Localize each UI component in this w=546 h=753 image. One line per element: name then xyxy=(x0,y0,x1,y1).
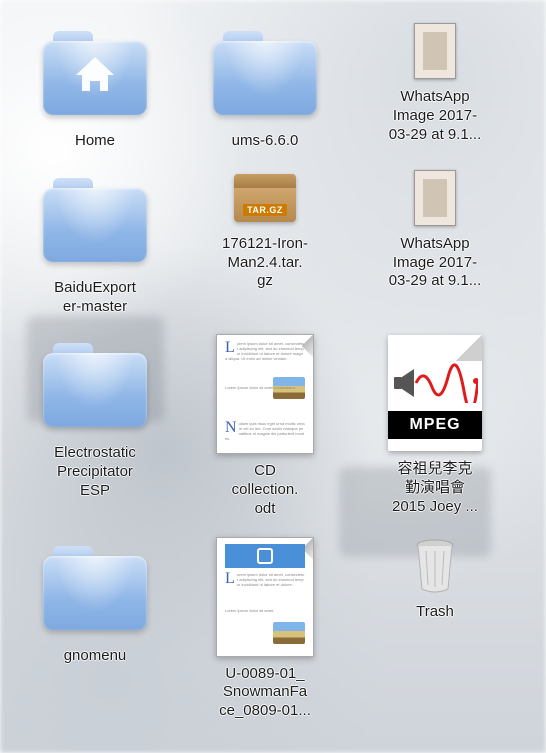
folder-baidu-exporter[interactable]: BaiduExport er-master xyxy=(10,165,180,317)
folder-icon xyxy=(35,18,155,128)
folder-electrostatic-precipitator[interactable]: Electrostatic Precipitator ESP xyxy=(10,330,180,518)
doc-header-icon xyxy=(225,544,305,568)
folder-home[interactable]: Home xyxy=(10,18,180,151)
image-whatsapp-2[interactable]: WhatsApp Image 2017- 03-29 at 9.1... xyxy=(350,165,520,317)
icon-label: Trash xyxy=(416,603,454,622)
icon-label: Home xyxy=(75,132,115,151)
icon-label: Electrostatic Precipitator ESP xyxy=(54,444,136,500)
icon-label: gnomenu xyxy=(64,647,127,666)
folder-icon xyxy=(35,165,155,275)
icon-label: BaiduExport er-master xyxy=(54,279,136,317)
folder-icon xyxy=(35,533,155,643)
folder-gnomenu[interactable]: gnomenu xyxy=(10,533,180,721)
archive-icon: TAR.GZ xyxy=(205,165,325,231)
icon-label: CD collection. odt xyxy=(232,462,299,518)
icon-label: 容祖兒李克 勤演唱會 2015 Joey ... xyxy=(392,460,478,516)
document-icon: Lorem ipsum dolor sit amet, consectetur … xyxy=(205,330,325,458)
image-whatsapp-1[interactable]: WhatsApp Image 2017- 03-29 at 9.1... xyxy=(350,18,520,151)
trash[interactable]: Trash xyxy=(350,533,520,721)
trash-icon xyxy=(375,533,495,599)
folder-icon xyxy=(35,330,155,440)
image-thumbnail-icon xyxy=(375,165,495,231)
icon-label: 176121-Iron- Man2.4.tar. gz xyxy=(222,235,308,291)
image-thumbnail-icon xyxy=(375,18,495,84)
document-cd-collection[interactable]: Lorem ipsum dolor sit amet, consectetur … xyxy=(180,330,350,518)
mpeg-band: MPEG xyxy=(388,411,482,439)
archive-ironman[interactable]: TAR.GZ 176121-Iron- Man2.4.tar. gz xyxy=(180,165,350,317)
home-icon xyxy=(43,55,147,95)
archive-badge: TAR.GZ xyxy=(243,204,287,216)
icon-label: WhatsApp Image 2017- 03-29 at 9.1... xyxy=(389,88,482,144)
icon-label: U-0089-01_ SnowmanFa ce_0809-01... xyxy=(219,665,311,721)
folder-icon xyxy=(205,18,325,128)
mpeg-icon: MPEG xyxy=(375,330,495,456)
document-snowman-face[interactable]: Lorem ipsum dolor sit amet, consectetur … xyxy=(180,533,350,721)
icon-label: ums-6.6.0 xyxy=(232,132,299,151)
folder-ums[interactable]: ums-6.6.0 xyxy=(180,18,350,151)
document-icon: Lorem ipsum dolor sit amet, consectetur … xyxy=(205,533,325,661)
desktop[interactable]: Home ums-6.6.0 WhatsApp Image 2017- 03-2… xyxy=(0,0,546,753)
audio-mpeg-joey[interactable]: MPEG 容祖兒李克 勤演唱會 2015 Joey ... xyxy=(350,330,520,518)
icon-label: WhatsApp Image 2017- 03-29 at 9.1... xyxy=(389,235,482,291)
speaker-wave-icon xyxy=(392,363,478,403)
